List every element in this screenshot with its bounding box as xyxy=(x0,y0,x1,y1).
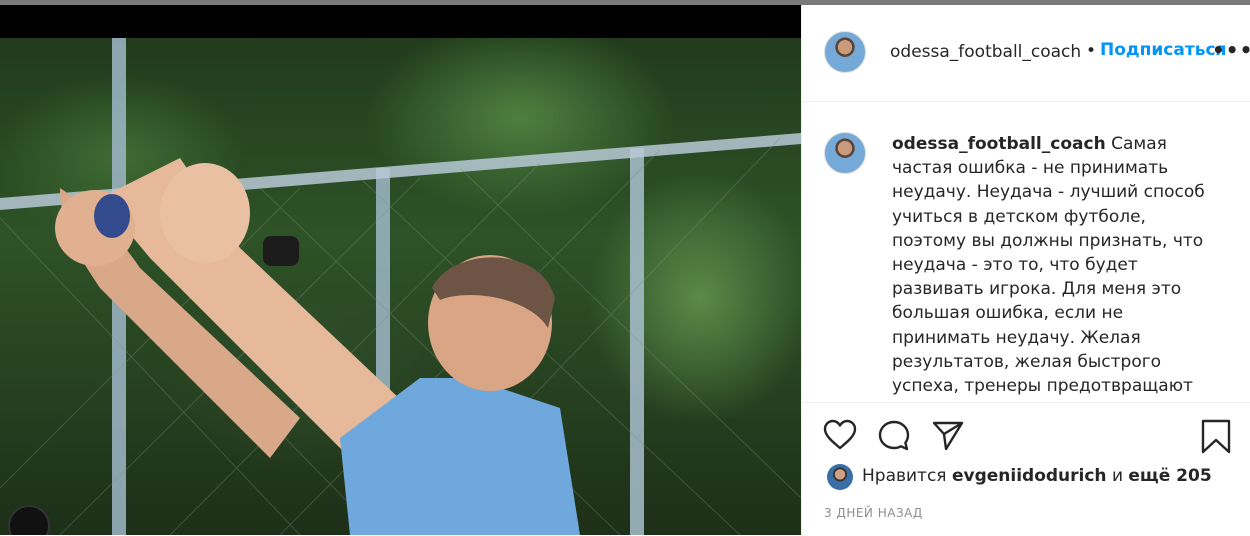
post-timestamp[interactable]: 3 ДНЕЙ НАЗАД xyxy=(824,506,923,520)
header-separator: • xyxy=(1086,41,1097,61)
follow-button[interactable]: Подписаться xyxy=(1100,40,1226,60)
author-username[interactable]: odessa_football_coach xyxy=(890,42,1081,62)
post-media[interactable] xyxy=(0,5,801,535)
speech-bubble-icon[interactable] xyxy=(877,419,911,457)
more-options-button[interactable]: ••• xyxy=(1212,38,1250,62)
post-header: odessa_football_coach • Подписаться ••• xyxy=(802,5,1250,102)
caption: odessa_football_coach Самая частая ошибк… xyxy=(892,132,1222,402)
caption-avatar[interactable] xyxy=(824,132,866,174)
paper-plane-icon[interactable] xyxy=(931,419,965,457)
likes-text[interactable]: Нравится evgeniidodurich и ещё 205 xyxy=(862,466,1212,486)
post-photo[interactable] xyxy=(0,38,801,535)
likes-prefix: Нравится xyxy=(862,466,947,486)
post-sidebar: odessa_football_coach • Подписаться ••• … xyxy=(801,5,1250,535)
likes-and: и xyxy=(1111,466,1123,486)
bookmark-icon[interactable] xyxy=(1200,419,1232,459)
author-avatar[interactable] xyxy=(824,31,866,73)
likes-others-count[interactable]: ещё 205 xyxy=(1128,466,1211,486)
caption-username[interactable]: odessa_football_coach xyxy=(892,134,1106,154)
caption-section: odessa_football_coach Самая частая ошибк… xyxy=(802,102,1250,402)
post-actions: Нравится evgeniidodurich и ещё 205 3 ДНЕ… xyxy=(802,402,1250,536)
liked-by-username[interactable]: evgeniidodurich xyxy=(952,466,1107,486)
caption-body: Самая частая ошибка - не принимать неуда… xyxy=(892,134,1205,402)
photo-illustration xyxy=(0,38,801,535)
heart-outline-icon[interactable] xyxy=(823,419,857,455)
liker-avatar[interactable] xyxy=(827,464,853,490)
